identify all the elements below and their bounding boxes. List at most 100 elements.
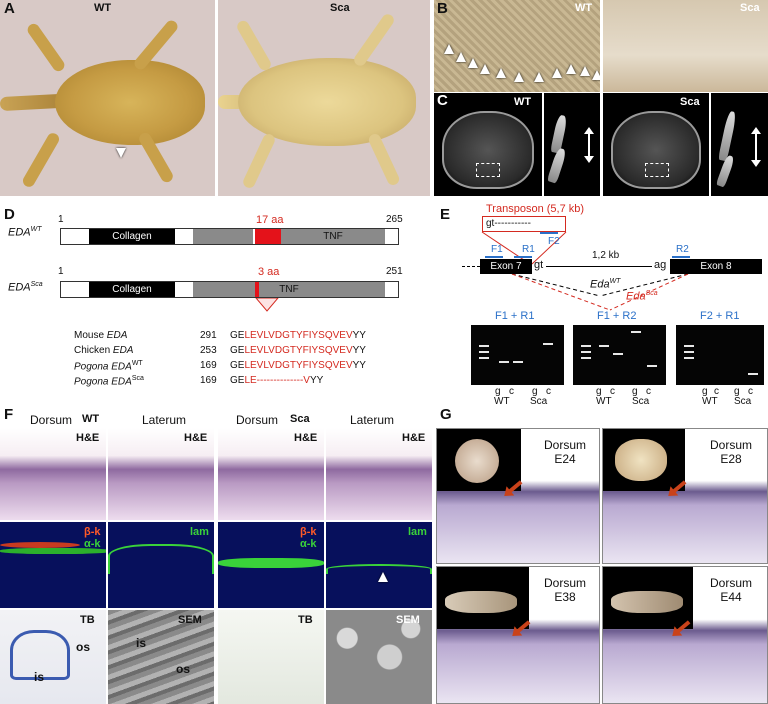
alignment-row: Pogona EDAWT xyxy=(74,360,143,373)
alignment-seq: GELE--------------VYY xyxy=(230,375,324,386)
alignment-pos: 169 xyxy=(200,375,217,386)
alignment-row: Pogona EDASca xyxy=(74,375,144,388)
primer-f1-label: F1 xyxy=(491,244,503,255)
panel-c-sca-ct xyxy=(603,93,709,196)
embryo-e38 xyxy=(437,567,529,629)
eda-sca-3aa: 3 aa xyxy=(258,266,280,278)
transposon-box: gt----------- xyxy=(482,216,566,232)
scale-arrowhead-icon xyxy=(116,148,126,158)
collagen-domain-sca: Collagen xyxy=(89,282,175,297)
panel-c-sca-label: Sca xyxy=(680,96,700,108)
he-label: H&E xyxy=(294,432,318,444)
he-label: H&E xyxy=(402,432,426,444)
transposon-label: Transposon (5,7 kb) xyxy=(486,203,585,215)
alpha-keratin-label: α-k xyxy=(84,538,101,550)
sem-label: SEM xyxy=(178,614,202,626)
primer-r1-label: R1 xyxy=(522,244,535,255)
primer-r2 xyxy=(672,256,690,258)
laminin-label: lam xyxy=(408,526,427,538)
panel-a-wt-photo xyxy=(0,0,215,196)
eda-wt-protein: Collagen TNF xyxy=(60,228,399,245)
f-wt-heading: WT xyxy=(82,413,100,425)
alignment-seq: GELEVLVDGTYFIYSQVEVYY xyxy=(230,345,366,356)
g-e38-label: Dorsum E38 xyxy=(543,576,586,604)
panel-c-letter: C xyxy=(437,92,448,109)
eda-sca-start: 1 xyxy=(58,266,64,277)
panel-f-letter: F xyxy=(4,406,14,423)
exon-deletion-region xyxy=(255,229,281,244)
tb-label: TB xyxy=(80,614,95,626)
lane-group-sca: Sca xyxy=(530,396,548,407)
exon8-box: Exon 8 xyxy=(670,259,762,274)
gel-3 xyxy=(676,325,764,385)
primer-r2-label: R2 xyxy=(676,244,689,255)
eda-wt-transcript-label: EdaWT xyxy=(590,278,621,291)
panel-c-sca-tooth xyxy=(711,93,768,196)
gel-1 xyxy=(471,325,564,385)
intron-line xyxy=(546,266,652,267)
sca-3aa-marker xyxy=(255,282,259,297)
alignment-pos: 169 xyxy=(200,360,217,371)
eda-wt-label: EDAWT xyxy=(8,226,42,239)
alignment-seq: GELEVLVDGTYFIYSQVEVYY xyxy=(230,330,366,341)
gel-2 xyxy=(573,325,666,385)
panel-a-sca-photo xyxy=(218,0,430,196)
tb-label: TB xyxy=(298,614,313,626)
panel-a-letter: A xyxy=(4,0,15,17)
lane-c: c xyxy=(509,386,514,397)
embryo-e28 xyxy=(603,429,685,491)
gel3-title: F2 + R1 xyxy=(700,310,740,322)
primer-f1 xyxy=(485,256,503,258)
ag-label: ag xyxy=(654,259,667,271)
alignment-seq: GELEVLVDGTYFIYSQVEVYY xyxy=(230,360,366,371)
panel-e-letter: E xyxy=(440,206,451,223)
panel-c-wt-label: WT xyxy=(514,96,532,108)
eda-sca-label: EDASca xyxy=(8,281,43,294)
alignment-row: Chicken EDA xyxy=(74,345,134,356)
eda-sca-protein: Collagen TNF xyxy=(60,281,399,298)
lane-group-wt: WT xyxy=(596,396,612,407)
gel1-title: F1 + R1 xyxy=(495,310,535,322)
sem-label: SEM xyxy=(396,614,420,626)
gel2-title: F1 + R2 xyxy=(597,310,637,322)
tnf-domain-sca: TNF xyxy=(193,282,385,297)
f-sca-dorsum-heading: Dorsum xyxy=(236,413,279,427)
lane-group-sca: Sca xyxy=(734,396,752,407)
panel-b-sca-label: Sca xyxy=(740,2,760,14)
g-e28-label: Dorsum E28 xyxy=(709,438,752,466)
eda-wt-end: 265 xyxy=(386,214,403,225)
tnf-domain-1 xyxy=(193,229,253,244)
lane-group-wt: WT xyxy=(702,396,718,407)
deletion-wedge xyxy=(255,298,279,312)
g-e44-label: Dorsum E44 xyxy=(709,576,752,604)
panel-a-sca-label: Sca xyxy=(330,2,350,14)
embryo-e24 xyxy=(437,429,521,491)
beta-keratin-label: β-k xyxy=(300,526,317,538)
panel-c-wt-ct xyxy=(434,93,542,196)
panel-b-wt-label: WT xyxy=(575,2,593,14)
os-label: os xyxy=(176,662,191,676)
eda-wt-start: 1 xyxy=(58,214,64,225)
embryo-e44 xyxy=(603,567,693,629)
primer-f2 xyxy=(540,232,558,234)
sca-lizard-body xyxy=(238,58,416,146)
wt-lizard-body xyxy=(55,60,205,145)
os-label: os xyxy=(76,640,91,654)
eda-sca-end: 251 xyxy=(386,266,403,277)
f-wt-dorsum-heading: Dorsum xyxy=(30,413,73,427)
panel-b-letter: B xyxy=(437,0,448,17)
panel-g-letter: G xyxy=(440,406,452,423)
is-label: is xyxy=(136,636,147,650)
intron-length-label: 1,2 kb xyxy=(592,250,620,261)
primer-f2-label: F2 xyxy=(548,236,560,247)
panel-d-letter: D xyxy=(4,206,15,223)
he-label: H&E xyxy=(76,432,100,444)
alignment-pos: 253 xyxy=(200,345,217,356)
is-label: is xyxy=(34,670,45,684)
lane-group-sca: Sca xyxy=(632,396,650,407)
he-label: H&E xyxy=(184,432,208,444)
gene-line-left xyxy=(462,266,480,267)
eda-sca-transcript-label: EdaSca xyxy=(626,290,658,303)
primer-r1 xyxy=(514,256,532,258)
panel-c-wt-tooth xyxy=(544,93,600,196)
